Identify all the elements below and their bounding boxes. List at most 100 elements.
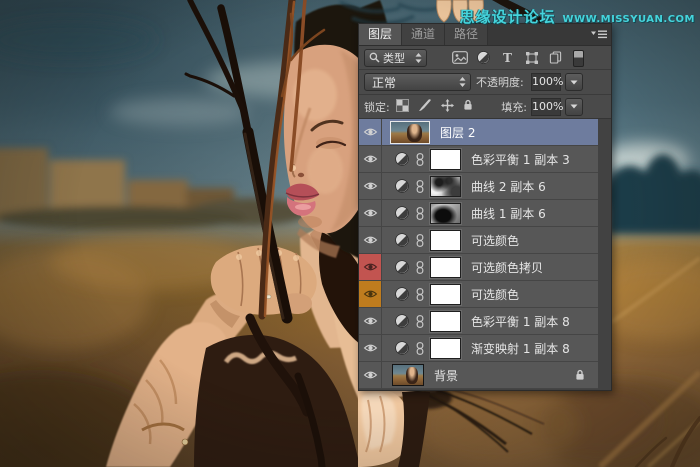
panel-menu-icon — [591, 30, 607, 39]
visibility-toggle[interactable] — [359, 200, 382, 226]
adjustment-layer-icon[interactable] — [395, 287, 409, 301]
visibility-toggle[interactable] — [359, 173, 382, 199]
lock-all-button[interactable] — [463, 99, 473, 114]
fill-value[interactable]: 100% — [531, 98, 561, 116]
filter-type-layers-button[interactable]: T — [499, 49, 516, 66]
background-lock-badge — [575, 369, 585, 381]
text-T-icon: T — [503, 51, 512, 65]
layer-mask-thumbnail[interactable] — [430, 176, 461, 197]
watermark-site-name: 思缘设计论坛 — [460, 6, 556, 27]
visibility-toggle[interactable] — [359, 227, 382, 253]
layer-mask-thumbnail[interactable] — [430, 338, 461, 359]
lock-transparent-pixels-button[interactable] — [396, 99, 409, 115]
lock-position-button[interactable] — [441, 99, 454, 115]
tab-layers[interactable]: 图层 — [359, 24, 402, 45]
half-circle-icon — [477, 51, 490, 64]
visibility-toggle[interactable] — [359, 146, 382, 172]
visibility-toggle[interactable] — [359, 335, 382, 361]
chevron-down-icon — [570, 104, 578, 109]
lock-icon — [575, 369, 585, 381]
layer-row-selective-color-copy[interactable]: 可选颜色拷贝 — [359, 254, 598, 281]
panel-menu-button[interactable] — [587, 24, 611, 45]
adjustment-layer-icon[interactable] — [395, 233, 409, 247]
mask-link-icon — [416, 153, 424, 166]
layer-mask-thumbnail[interactable] — [430, 203, 461, 224]
opacity-dropdown-button[interactable] — [565, 73, 583, 91]
layer-mask-thumbnail[interactable] — [430, 257, 461, 278]
mask-link-icon — [416, 315, 424, 328]
adjustment-layer-icon[interactable] — [395, 341, 409, 355]
brush-icon — [418, 98, 432, 112]
adjustment-layer-icon[interactable] — [395, 260, 409, 274]
layer-name: 背景 — [434, 367, 458, 384]
adjustment-layer-icon[interactable] — [395, 179, 409, 193]
layer-name: 曲线 1 副本 6 — [471, 205, 546, 222]
panel-tabbar: 图层 通道 路径 — [359, 24, 611, 46]
visibility-toggle[interactable] — [359, 254, 382, 280]
eye-icon — [363, 208, 378, 218]
adjustment-layer-icon[interactable] — [395, 206, 409, 220]
updown-arrows-icon — [459, 77, 466, 87]
eye-icon — [363, 316, 378, 326]
filter-row: 类型 T — [359, 46, 611, 70]
lock-row: 锁定: 填充: 100% — [359, 95, 611, 119]
adjustment-layer-icon[interactable] — [395, 314, 409, 328]
filter-toggle-switch[interactable] — [573, 50, 584, 67]
layer-row-background[interactable]: 背景 — [359, 362, 598, 389]
screenshot-stage: 思缘设计论坛 WWW.MISSYUAN.COM — [0, 0, 700, 467]
layer-name: 可选颜色 — [471, 286, 519, 303]
mask-link-icon — [416, 234, 424, 247]
layer-name: 色彩平衡 1 副本 3 — [471, 151, 570, 168]
watermark: 思缘设计论坛 WWW.MISSYUAN.COM — [460, 6, 695, 27]
opacity-value[interactable]: 100% — [531, 73, 561, 91]
lock-image-pixels-button[interactable] — [418, 98, 432, 115]
filter-shape-layers-button[interactable] — [523, 49, 540, 66]
layer-row-curves-2-copy-6[interactable]: 曲线 2 副本 6 — [359, 173, 598, 200]
visibility-toggle[interactable] — [359, 308, 382, 334]
layer-name: 色彩平衡 1 副本 8 — [471, 313, 570, 330]
filter-pixel-layers-button[interactable] — [451, 49, 468, 66]
blend-mode-select[interactable]: 正常 — [364, 73, 471, 91]
layer-name: 渐变映射 1 副本 8 — [471, 340, 570, 357]
layer-mask-thumbnail[interactable] — [430, 311, 461, 332]
visibility-toggle[interactable] — [359, 362, 382, 388]
eye-icon — [363, 181, 378, 191]
layer-mask-thumbnail[interactable] — [430, 230, 461, 251]
layer-list: 图层 2 色彩平衡 1 副本 3 曲线 2 副本 6 — [359, 119, 598, 389]
layer-row-curves-1-copy-6[interactable]: 曲线 1 副本 6 — [359, 200, 598, 227]
layer-thumbnail[interactable] — [390, 121, 430, 144]
mask-link-icon — [416, 207, 424, 220]
filter-kind-select[interactable]: 类型 — [364, 49, 427, 67]
eye-icon — [363, 127, 378, 137]
visibility-toggle[interactable] — [359, 119, 382, 145]
layer-row-color-balance-1-copy-8[interactable]: 色彩平衡 1 副本 8 — [359, 308, 598, 335]
filter-kind-label: 类型 — [383, 50, 412, 66]
eye-icon — [363, 154, 378, 164]
layer-row-color-balance-1-copy-3[interactable]: 色彩平衡 1 副本 3 — [359, 146, 598, 173]
tab-channels[interactable]: 通道 — [402, 24, 445, 45]
filter-adjustment-layers-button[interactable] — [475, 49, 492, 66]
layers-panel: 图层 通道 路径 类型 T 正常 — [358, 23, 612, 391]
layer-row-gradient-map-1-copy-8[interactable]: 渐变映射 1 副本 8 — [359, 335, 598, 362]
lock-label: 锁定: — [364, 99, 390, 115]
shape-icon — [525, 51, 539, 65]
layer-thumbnail[interactable] — [392, 364, 424, 386]
eye-icon — [363, 262, 378, 272]
layer-row-selective-color-2[interactable]: 可选颜色 — [359, 281, 598, 308]
search-icon — [369, 52, 380, 63]
filter-smart-objects-button[interactable] — [547, 49, 564, 66]
layer-mask-thumbnail[interactable] — [430, 149, 461, 170]
layer-row-layer2[interactable]: 图层 2 — [359, 119, 598, 146]
layer-name: 图层 2 — [440, 124, 475, 141]
image-icon — [452, 51, 468, 64]
fill-dropdown-button[interactable] — [565, 98, 583, 116]
page-copy-icon — [549, 51, 562, 64]
tab-paths[interactable]: 路径 — [445, 24, 488, 45]
filter-type-buttons: T — [451, 49, 564, 66]
layer-row-selective-color[interactable]: 可选颜色 — [359, 227, 598, 254]
layer-mask-thumbnail[interactable] — [430, 284, 461, 305]
checkerboard-icon — [396, 99, 409, 112]
layer-name: 可选颜色拷贝 — [471, 259, 543, 276]
adjustment-layer-icon[interactable] — [395, 152, 409, 166]
visibility-toggle[interactable] — [359, 281, 382, 307]
